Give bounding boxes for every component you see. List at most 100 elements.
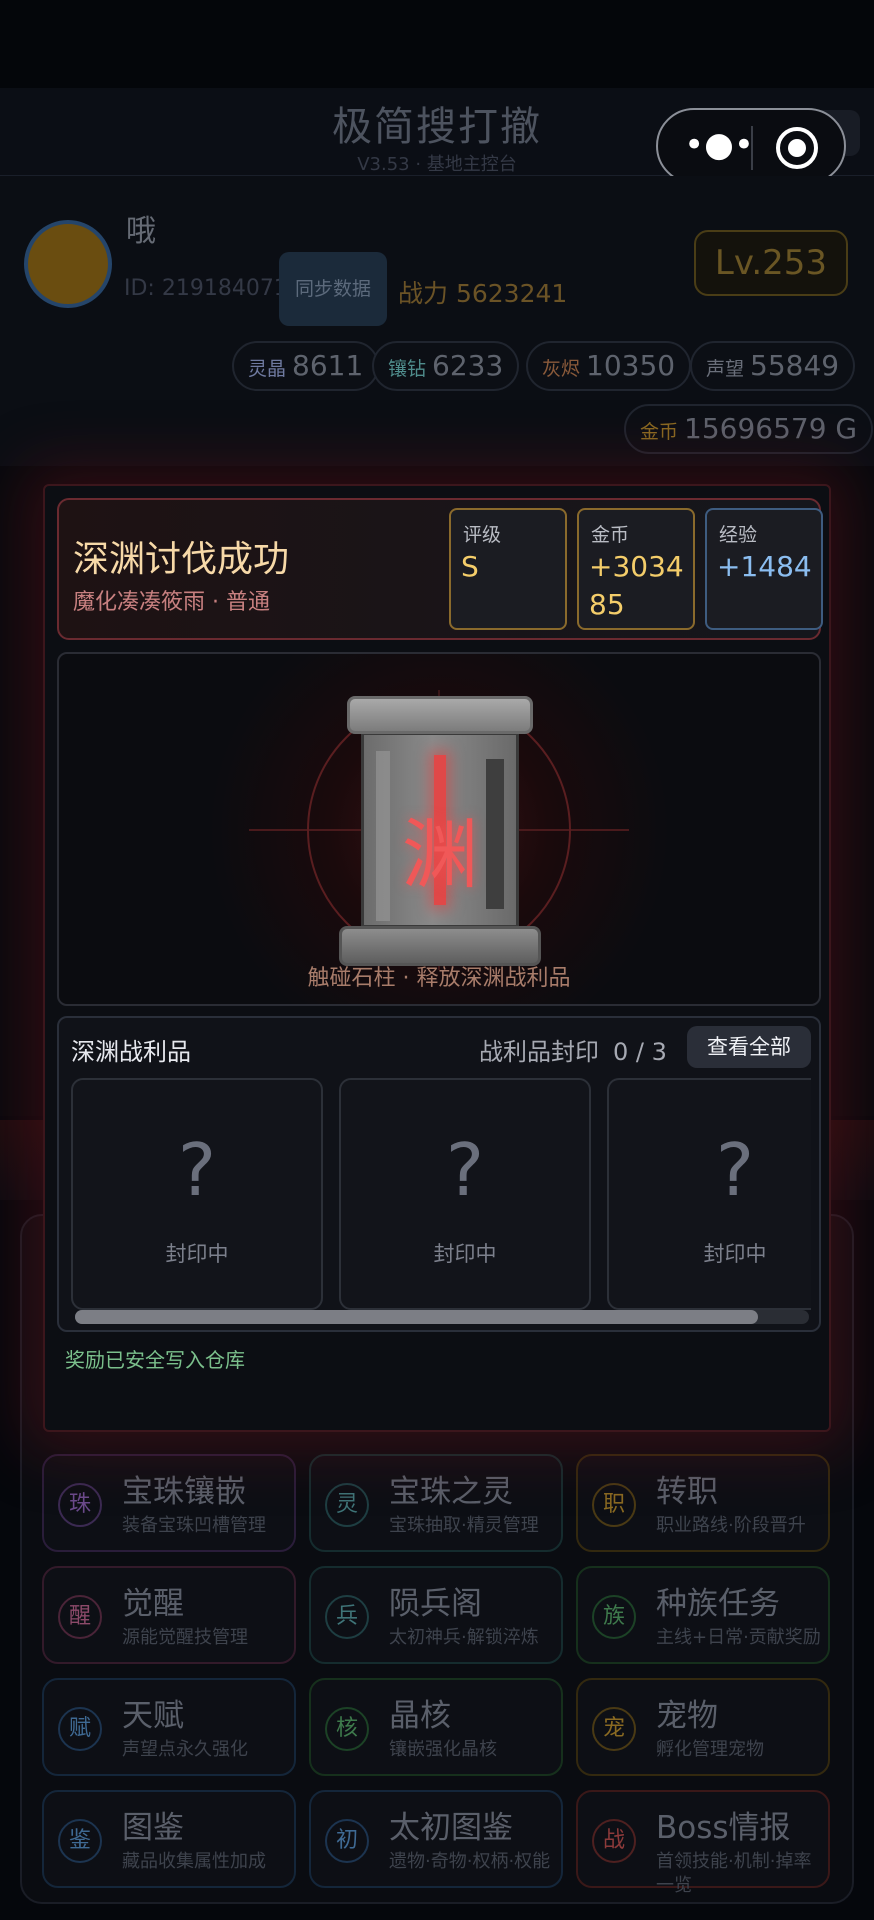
menu-title: 陨兵阁 bbox=[389, 1586, 482, 1622]
menu-codex[interactable]: 鉴 图鉴 藏品收集属性加成 bbox=[42, 1790, 296, 1888]
job-icon: 职 bbox=[592, 1483, 636, 1527]
menu-fallen-weapon[interactable]: 兵 陨兵阁 太初神兵·解锁淬炼 bbox=[309, 1566, 563, 1664]
menu-title: 宠物 bbox=[656, 1698, 718, 1734]
resource-value: 6233 bbox=[432, 349, 504, 382]
pet-icon: 宠 bbox=[592, 1707, 636, 1751]
menu-desc: 职业路线·阶段晋升 bbox=[656, 1515, 806, 1536]
slot-status: 封印中 bbox=[703, 1242, 767, 1266]
resource-value: 10350 bbox=[586, 349, 676, 382]
grade-stat: 评级 S bbox=[449, 508, 567, 630]
stone-pillar[interactable]: 渊 bbox=[361, 732, 519, 928]
result-title: 深渊讨伐成功 bbox=[73, 539, 290, 580]
loot-slot[interactable]: ? 封印中 bbox=[339, 1078, 591, 1310]
menu-desc: 声望点永久强化 bbox=[122, 1739, 248, 1760]
resource-value: 55849 bbox=[750, 349, 840, 382]
menu-title: 晶核 bbox=[389, 1698, 451, 1734]
app-subtitle-text: 基地主控台 bbox=[426, 154, 517, 175]
menu-gem-inlay[interactable]: 珠 宝珠镶嵌 装备宝珠凹槽管理 bbox=[42, 1454, 296, 1552]
menu-title: 觉醒 bbox=[122, 1586, 184, 1622]
grade-value: S bbox=[461, 550, 479, 583]
resource-inlay-diamond: 镶钻 6233 bbox=[372, 341, 520, 391]
resource-label: 金币 bbox=[640, 421, 679, 443]
result-header: 深渊讨伐成功 魔化凑凑筱雨 · 普通 评级 S 金币 +303485 经验 +1… bbox=[57, 498, 823, 640]
menu-race-quest[interactable]: 族 种族任务 主线+日常·贡献奖励 bbox=[576, 1566, 830, 1664]
avatar[interactable] bbox=[24, 220, 112, 308]
player-id: ID: 219184071 bbox=[124, 276, 288, 301]
spirit-icon: 灵 bbox=[325, 1483, 369, 1527]
loot-slot[interactable]: ? 封印中 bbox=[607, 1078, 811, 1310]
menu-primal-codex[interactable]: 初 太初图鉴 遗物·奇物·权柄·权能 bbox=[309, 1790, 563, 1888]
seal-info: 战利品封印 0 / 3 bbox=[479, 1032, 667, 1067]
menu-crystal-core[interactable]: 核 晶核 镶嵌强化晶核 bbox=[309, 1678, 563, 1776]
gold-stat: 金币 +303485 bbox=[577, 508, 695, 630]
resource-label: 声望 bbox=[706, 358, 745, 380]
menu-title: 宝珠镶嵌 bbox=[122, 1474, 246, 1510]
menu-desc: 镶嵌强化晶核 bbox=[389, 1739, 497, 1760]
menu-pet[interactable]: 宠 宠物 孵化管理宠物 bbox=[576, 1678, 830, 1776]
level-badge: Lv.253 bbox=[694, 230, 848, 296]
menu-desc: 藏品收集属性加成 bbox=[122, 1851, 266, 1872]
resource-gold: 金币 15696579 G bbox=[624, 404, 874, 454]
grade-label: 评级 bbox=[463, 524, 502, 546]
combat-power: 战力 5623241 bbox=[398, 279, 568, 308]
menu-title: 图鉴 bbox=[122, 1810, 184, 1846]
pillar-cap bbox=[347, 696, 533, 734]
exp-stat: 经验 +1484 bbox=[705, 508, 823, 630]
resource-ash: 灰烬 10350 bbox=[526, 341, 692, 391]
menu-talent[interactable]: 赋 天赋 声望点永久强化 bbox=[42, 1678, 296, 1776]
menu-job-change[interactable]: 职 转职 职业路线·阶段晋升 bbox=[576, 1454, 830, 1552]
menu-desc: 孵化管理宠物 bbox=[656, 1739, 764, 1760]
gold-value: +303485 bbox=[589, 550, 684, 621]
sync-data-button[interactable]: 同步数据 bbox=[279, 252, 387, 326]
unknown-item-icon: ? bbox=[715, 1128, 755, 1212]
loot-scrollbar-thumb[interactable] bbox=[75, 1310, 758, 1324]
menu-desc: 装备宝珠凹槽管理 bbox=[122, 1515, 266, 1536]
resource-label: 灰烬 bbox=[542, 358, 581, 380]
menu-title: Boss情报 bbox=[656, 1810, 791, 1846]
resource-label: 灵晶 bbox=[248, 358, 287, 380]
loot-scrollbar[interactable] bbox=[75, 1310, 809, 1324]
app-version: V3.53 bbox=[357, 154, 410, 175]
resource-label: 镶钻 bbox=[388, 358, 427, 380]
menu-title: 种族任务 bbox=[656, 1586, 780, 1622]
seal-label: 战利品封印 bbox=[479, 1038, 599, 1066]
result-subtitle: 魔化凑凑筱雨 · 普通 bbox=[73, 590, 270, 615]
menu-title: 天赋 bbox=[122, 1698, 184, 1734]
loot-title: 深渊战利品 bbox=[71, 1038, 191, 1066]
loot-slot[interactable]: ? 封印中 bbox=[71, 1078, 323, 1310]
slot-status: 封印中 bbox=[165, 1242, 229, 1266]
resource-value: 15696579 G bbox=[684, 412, 858, 445]
battle-icon: 战 bbox=[592, 1819, 636, 1863]
core-icon: 核 bbox=[325, 1707, 369, 1751]
primal-icon: 初 bbox=[325, 1819, 369, 1863]
menu-title: 宝珠之灵 bbox=[389, 1474, 513, 1510]
slot-status: 封印中 bbox=[433, 1242, 497, 1266]
menu-boss-intel[interactable]: 战 Boss情报 首领技能·机制·掉率一览 bbox=[576, 1790, 830, 1896]
capsule-divider bbox=[751, 126, 753, 170]
talent-icon: 赋 bbox=[58, 1707, 102, 1751]
menu-desc: 太初神兵·解锁淬炼 bbox=[389, 1627, 539, 1648]
race-icon: 族 bbox=[592, 1595, 636, 1639]
codex-icon: 鉴 bbox=[58, 1819, 102, 1863]
abyss-result-modal: 深渊讨伐成功 魔化凑凑筱雨 · 普通 评级 S 金币 +303485 经验 +1… bbox=[43, 484, 831, 1432]
exp-label: 经验 bbox=[719, 524, 758, 546]
menu-title: 转职 bbox=[656, 1474, 718, 1510]
seal-count: 0 / 3 bbox=[613, 1038, 667, 1066]
status-bar bbox=[0, 0, 874, 88]
pillar-glyph: 渊 bbox=[402, 810, 478, 899]
loot-panel: 深渊战利品 战利品封印 0 / 3 查看全部 ? 封印中 ? 封印中 ? 封印中 bbox=[57, 1016, 821, 1332]
view-all-button[interactable]: 查看全部 bbox=[687, 1026, 811, 1068]
unknown-item-icon: ? bbox=[177, 1128, 217, 1212]
menu-awaken[interactable]: 醒 觉醒 源能觉醒技管理 bbox=[42, 1566, 296, 1664]
menu-desc: 遗物·奇物·权柄·权能 bbox=[389, 1851, 551, 1872]
more-icon[interactable]: •●• bbox=[682, 128, 756, 164]
exp-value: +1484 bbox=[717, 550, 812, 583]
pillar-stage[interactable]: 渊 触碰石柱 · 释放深渊战利品 bbox=[57, 652, 821, 1006]
resource-reputation: 声望 55849 bbox=[690, 341, 856, 391]
close-target-icon[interactable] bbox=[776, 127, 818, 169]
menu-desc: 首领技能·机制·掉率一览 bbox=[656, 1851, 812, 1896]
reward-saved-note: 奖励已安全写入仓库 bbox=[65, 1348, 245, 1372]
mini-program-capsule: •●• bbox=[656, 108, 846, 184]
menu-gem-spirit[interactable]: 灵 宝珠之灵 宝珠抽取·精灵管理 bbox=[309, 1454, 563, 1552]
menu-desc: 主线+日常·贡献奖励 bbox=[656, 1627, 821, 1648]
